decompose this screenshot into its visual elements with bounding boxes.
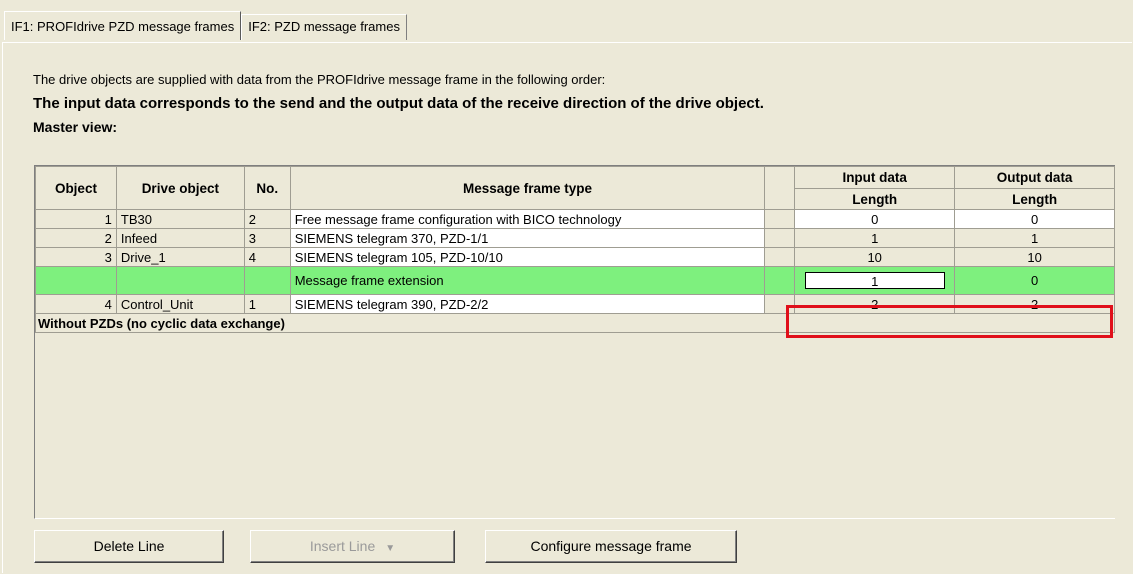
tab-strip: IF1: PROFIdrive PZD message frames IF2: … bbox=[4, 11, 407, 42]
table-row[interactable]: 3 Drive_1 4 SIEMENS telegram 105, PZD-10… bbox=[35, 247, 1115, 267]
cell-spacer bbox=[764, 209, 796, 229]
table-row[interactable]: 4 Control_Unit 1 SIEMENS telegram 390, P… bbox=[35, 294, 1115, 314]
input-length-field[interactable]: 1 bbox=[804, 272, 945, 289]
cell-drive-object: Drive_1 bbox=[115, 247, 245, 267]
cell-drive-object: Control_Unit bbox=[115, 294, 245, 314]
insert-line-label: Insert Line bbox=[309, 538, 376, 554]
cell-spacer bbox=[764, 247, 796, 267]
col-header-message-frame-type: Message frame type bbox=[289, 166, 766, 210]
cell-input-length[interactable]: 2 bbox=[794, 294, 956, 314]
cell-spacer bbox=[764, 294, 796, 314]
cell-no: 1 bbox=[243, 294, 291, 314]
cell-spacer bbox=[764, 266, 796, 295]
without-pzds-row[interactable]: Without PZDs (no cyclic data exchange) bbox=[35, 313, 1115, 333]
col-header-output-length: Length bbox=[954, 188, 1115, 210]
col-header-output-data: Output data bbox=[954, 166, 1115, 189]
message-frame-table: Object Drive object No. Message frame ty… bbox=[35, 166, 1115, 333]
cell-no: 4 bbox=[243, 247, 291, 267]
description-text: The drive objects are supplied with data… bbox=[33, 72, 606, 87]
cell-object: 2 bbox=[35, 228, 117, 248]
tab-if2-pzd[interactable]: IF2: PZD message frames bbox=[241, 14, 407, 40]
cell-input-length[interactable]: 0 bbox=[794, 209, 956, 229]
cell-message-frame-type[interactable]: Message frame extension bbox=[289, 266, 766, 295]
table-row-footer[interactable]: Without PZDs (no cyclic data exchange) bbox=[35, 313, 1115, 333]
col-header-no: No. bbox=[243, 166, 291, 210]
configure-message-frame-button[interactable]: Configure message frame bbox=[485, 530, 737, 563]
cell-no: 3 bbox=[243, 228, 291, 248]
cell-object: 4 bbox=[35, 294, 117, 314]
cell-spacer bbox=[764, 228, 796, 248]
cell-object bbox=[35, 266, 117, 295]
chevron-down-icon: ▼ bbox=[385, 543, 396, 554]
cell-output-length[interactable]: 10 bbox=[954, 247, 1115, 267]
cell-output-length[interactable]: 1 bbox=[954, 228, 1115, 248]
cell-no bbox=[243, 266, 291, 295]
cell-drive-object: TB30 bbox=[115, 209, 245, 229]
cell-input-length[interactable]: 10 bbox=[794, 247, 956, 267]
col-header-drive-object: Drive object bbox=[115, 166, 245, 210]
cell-drive-object bbox=[115, 266, 245, 295]
cell-output-length[interactable]: 0 bbox=[954, 209, 1115, 229]
cell-message-frame-type[interactable]: SIEMENS telegram 390, PZD-2/2 bbox=[289, 294, 766, 314]
description-bold-text: The input data corresponds to the send a… bbox=[33, 95, 764, 112]
col-header-input-length: Length bbox=[794, 188, 956, 210]
cell-input-length-editor[interactable]: 1 bbox=[794, 266, 956, 295]
col-header-spacer bbox=[764, 166, 796, 210]
cell-no: 2 bbox=[243, 209, 291, 229]
cell-input-length[interactable]: 1 bbox=[794, 228, 956, 248]
table-row[interactable]: 2 Infeed 3 SIEMENS telegram 370, PZD-1/1… bbox=[35, 228, 1115, 248]
tab-if1-profidrive[interactable]: IF1: PROFIdrive PZD message frames bbox=[4, 11, 242, 40]
delete-line-button[interactable]: Delete Line bbox=[34, 530, 224, 563]
table-row[interactable]: 1 TB30 2 Free message frame configuratio… bbox=[35, 209, 1115, 229]
cell-output-length[interactable]: 0 bbox=[954, 266, 1115, 295]
col-header-input-data: Input data bbox=[794, 166, 956, 189]
cell-object: 1 bbox=[35, 209, 117, 229]
table-row-selected[interactable]: Message frame extension 1 0 bbox=[35, 266, 1115, 295]
cell-drive-object: Infeed bbox=[115, 228, 245, 248]
insert-line-button[interactable]: Insert Line ▼ bbox=[250, 530, 455, 563]
master-view-label: Master view: bbox=[33, 119, 118, 135]
cell-message-frame-type[interactable]: SIEMENS telegram 105, PZD-10/10 bbox=[289, 247, 766, 267]
cell-object: 3 bbox=[35, 247, 117, 267]
col-header-object: Object bbox=[35, 166, 117, 210]
message-frame-grid: Object Drive object No. Message frame ty… bbox=[34, 165, 1115, 519]
cell-message-frame-type[interactable]: Free message frame configuration with BI… bbox=[289, 209, 766, 229]
cell-output-length[interactable]: 2 bbox=[954, 294, 1115, 314]
cell-message-frame-type[interactable]: SIEMENS telegram 370, PZD-1/1 bbox=[289, 228, 766, 248]
